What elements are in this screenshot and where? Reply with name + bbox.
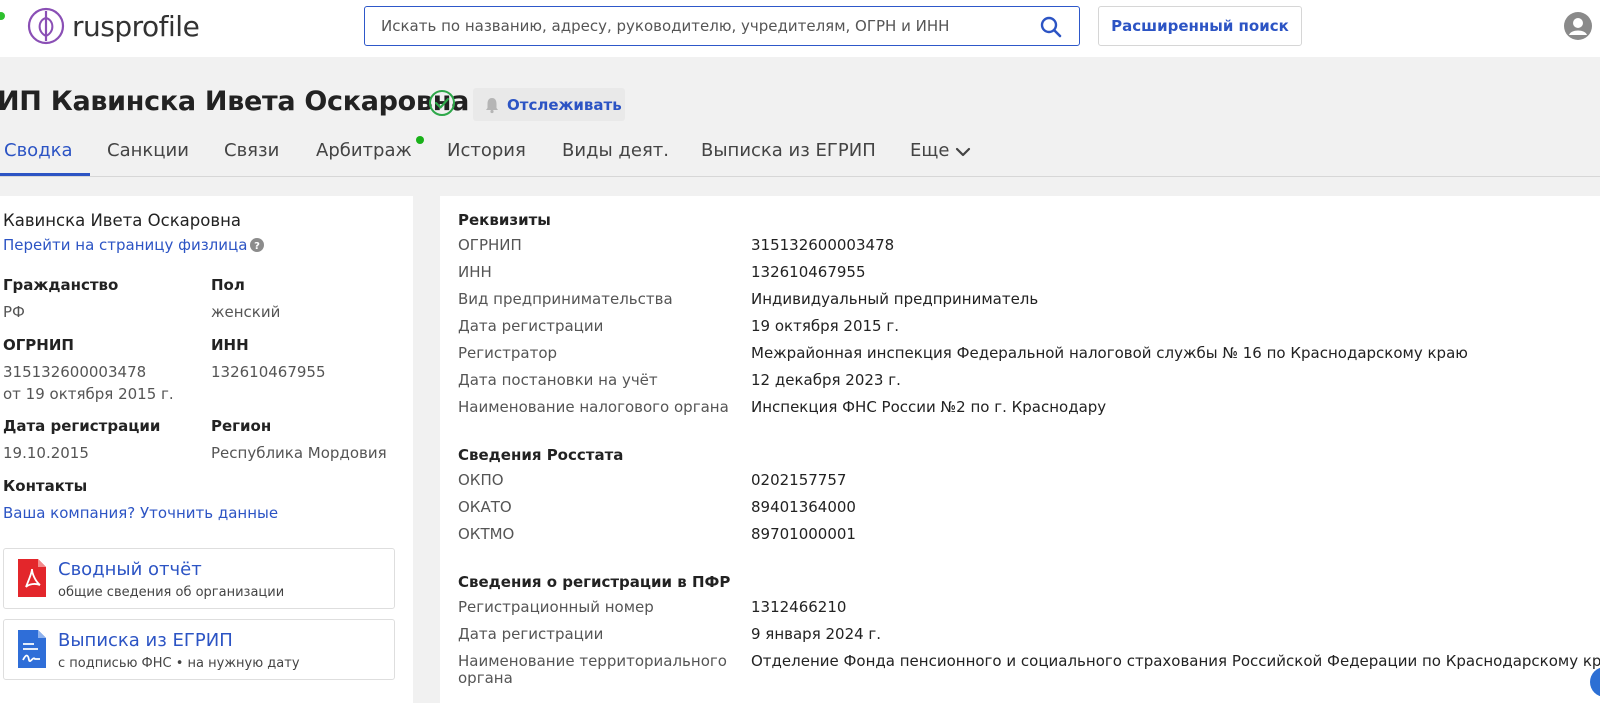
page-title: ИП Кавинска Ивета Оскаровна <box>0 86 469 117</box>
summary-card: Кавинска Ивета Оскаровна Перейти на стра… <box>0 196 413 703</box>
chevron-down-icon[interactable] <box>954 143 972 161</box>
egrip-extract-title: Выписка из ЕГРИП <box>58 630 233 651</box>
region-value: Республика Мордовия <box>211 444 387 462</box>
tab-sanctions[interactable]: Санкции <box>107 140 189 161</box>
search-box <box>364 6 1080 46</box>
tab-summary[interactable]: Сводка <box>4 140 73 161</box>
detail-label: ОКПО <box>458 471 504 489</box>
citizenship-value: РФ <box>3 303 25 321</box>
active-tab-indicator <box>0 173 90 176</box>
track-label: Отслеживать <box>507 95 622 114</box>
logo-text: rusprofile <box>72 9 200 43</box>
detail-value: Индивидуальный предприниматель <box>751 290 1039 308</box>
signed-document-icon <box>18 630 46 668</box>
detail-value: 1312466210 <box>751 598 847 616</box>
detail-value: Межрайонная инспекция Федеральной налого… <box>751 344 1468 362</box>
reg-date-value: 19.10.2015 <box>3 444 89 462</box>
detail-value: 315132600003478 <box>751 236 895 254</box>
detail-label: Дата постановки на учёт <box>458 371 658 389</box>
detail-label: Дата регистрации <box>458 317 604 335</box>
search-icon[interactable] <box>1039 15 1063 39</box>
tab-more[interactable]: Еще <box>910 140 949 161</box>
advanced-search-button[interactable]: Расширенный поиск <box>1098 6 1302 46</box>
ogrnip-label: ОГРНИП <box>3 336 74 354</box>
ogrnip-value: 315132600003478 <box>3 363 147 381</box>
requisites-heading: Реквизиты <box>458 211 551 229</box>
summary-report-card[interactable]: Сводный отчёт общие сведения об организа… <box>3 548 395 609</box>
rosstat-heading: Сведения Росстата <box>458 446 624 464</box>
gender-label: Пол <box>211 276 245 294</box>
detail-value: Инспекция ФНС России №2 по г. Краснодару <box>751 398 1107 416</box>
ogrnip-date: от 19 октября 2015 г. <box>3 385 174 403</box>
detail-label: ОКТМО <box>458 525 515 543</box>
detail-value: 132610467955 <box>751 263 866 281</box>
detail-value: 0202157757 <box>751 471 847 489</box>
svg-text:?: ? <box>254 241 260 252</box>
detail-label: Наименование территориального <box>458 652 727 670</box>
status-dot <box>0 12 5 20</box>
logo-icon <box>27 7 65 45</box>
detail-value: Отделение Фонда пенсионного и социальног… <box>751 652 1600 670</box>
detail-label: ОГРНИП <box>458 236 522 254</box>
detail-value: 89401364000 <box>751 498 856 516</box>
detail-label: Регистрационный номер <box>458 598 654 616</box>
person-page-link[interactable]: Перейти на страницу физлица <box>3 236 247 254</box>
citizenship-label: Гражданство <box>3 276 119 294</box>
update-data-link[interactable]: Ваша компания? Уточнить данные <box>3 504 278 522</box>
gender-value: женский <box>211 303 281 321</box>
top-header: rusprofile Расширенный поиск <box>0 0 1600 57</box>
detail-value: 89701000001 <box>751 525 856 543</box>
tab-egrip-extract[interactable]: Выписка из ЕГРИП <box>701 140 876 161</box>
help-icon[interactable]: ? <box>250 238 264 252</box>
detail-label: Регистратор <box>458 344 558 362</box>
bell-icon <box>486 97 498 113</box>
user-avatar-icon[interactable] <box>1564 12 1592 40</box>
egrip-extract-card[interactable]: Выписка из ЕГРИП с подписью ФНС • на нуж… <box>3 619 395 680</box>
search-input[interactable] <box>381 7 1021 45</box>
region-label: Регион <box>211 417 272 435</box>
arbitration-badge-dot <box>416 136 424 144</box>
tab-history[interactable]: История <box>447 140 526 161</box>
detail-label: Наименование налогового органа <box>458 398 729 416</box>
detail-label: Дата регистрации <box>458 625 604 643</box>
detail-value: 9 января 2024 г. <box>751 625 882 643</box>
tab-arbitration[interactable]: Арбитраж <box>316 140 412 161</box>
tab-activities[interactable]: Виды деят. <box>562 140 669 161</box>
details-card: Реквизиты ОГРНИП 315132600003478 ИНН 132… <box>440 196 1600 703</box>
track-button[interactable]: Отслеживать <box>473 88 625 121</box>
tab-bar: Сводка Санкции Связи Арбитраж История Ви… <box>0 130 1600 177</box>
pdf-file-icon <box>18 559 46 597</box>
tab-connections[interactable]: Связи <box>224 140 279 161</box>
verified-check-icon <box>429 90 455 116</box>
detail-label: органа <box>458 669 513 687</box>
inn-value: 132610467955 <box>211 363 326 381</box>
egrip-extract-subtitle: с подписью ФНС • на нужную дату <box>58 656 300 671</box>
detail-value: 19 октября 2015 г. <box>751 317 900 335</box>
inn-label: ИНН <box>211 336 249 354</box>
contacts-label: Контакты <box>3 477 88 495</box>
detail-label: ОКАТО <box>458 498 512 516</box>
detail-label: Вид предпринимательства <box>458 290 673 308</box>
logo[interactable]: rusprofile <box>26 6 200 46</box>
pfr-heading: Сведения о регистрации в ПФР <box>458 573 731 591</box>
reg-date-label: Дата регистрации <box>3 417 161 435</box>
person-name: Кавинска Ивета Оскаровна <box>3 211 241 230</box>
detail-value: 12 декабря 2023 г. <box>751 371 901 389</box>
detail-label: ИНН <box>458 263 492 281</box>
summary-report-title: Сводный отчёт <box>58 559 202 580</box>
summary-report-subtitle: общие сведения об организации <box>58 585 285 600</box>
